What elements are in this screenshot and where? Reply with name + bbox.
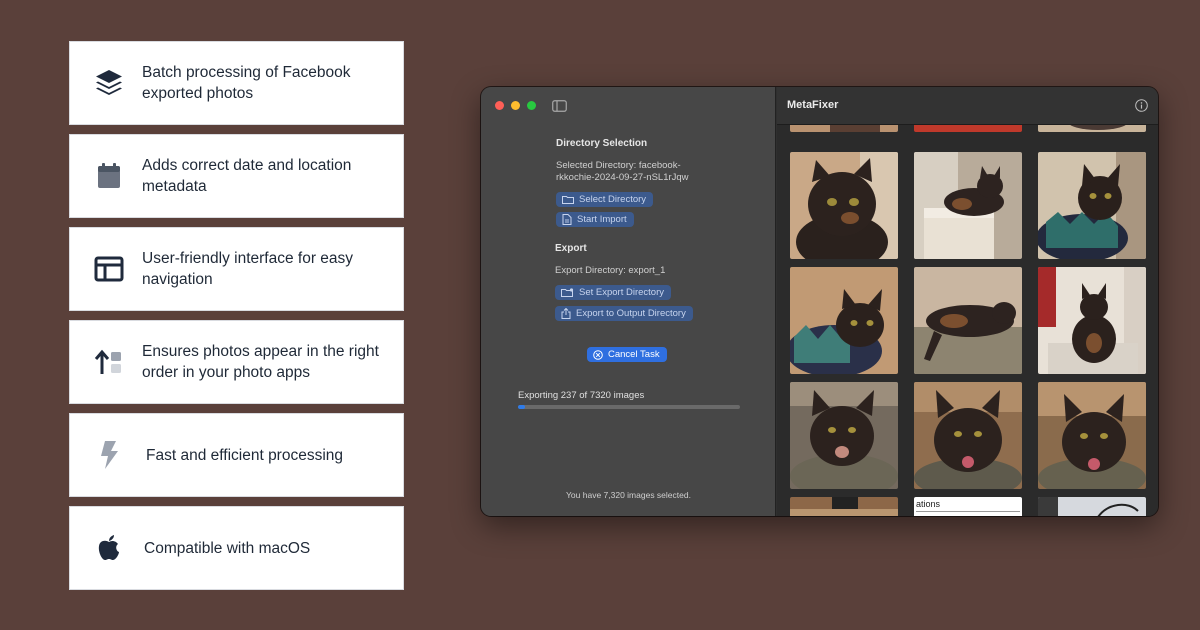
feature-card-macos: Compatible with macOS bbox=[69, 506, 404, 590]
select-directory-button[interactable]: Select Directory bbox=[556, 192, 654, 207]
start-import-label: Start Import bbox=[577, 214, 627, 225]
feature-text: Ensures photos appear in the right order… bbox=[142, 343, 379, 381]
photo-thumbnail[interactable] bbox=[914, 382, 1022, 489]
sidebar-toggle-icon[interactable] bbox=[552, 99, 567, 117]
set-export-directory-button[interactable]: Set Export Directory bbox=[555, 285, 671, 300]
feature-card-batch: Batch processing of Facebook exported ph… bbox=[69, 41, 404, 125]
thumbnail-caption: ations bbox=[916, 499, 941, 509]
app-window: Directory Selection Selected Directory: … bbox=[481, 87, 1158, 516]
photo-grid: ations bbox=[777, 125, 1158, 516]
feature-text: Batch processing of Facebook exported ph… bbox=[142, 64, 351, 102]
feature-card-speed: Fast and efficient processing bbox=[69, 413, 404, 497]
export-to-output-label: Export to Output Directory bbox=[576, 308, 686, 319]
directory-section-title: Directory Selection bbox=[556, 138, 648, 149]
export-directory-text: Export Directory: export_1 bbox=[555, 265, 666, 276]
photo-thumbnail[interactable] bbox=[914, 152, 1022, 259]
progress-label: Exporting 237 of 7320 images bbox=[518, 390, 645, 401]
start-import-button[interactable]: Start Import bbox=[556, 212, 634, 227]
cancel-circle-icon bbox=[593, 349, 603, 360]
calendar-icon bbox=[90, 157, 128, 195]
feature-card-metadata: Adds correct date and location metadata bbox=[69, 134, 404, 218]
folder-badge-icon bbox=[561, 288, 574, 297]
document-icon bbox=[562, 214, 572, 225]
folder-icon bbox=[562, 196, 574, 204]
feature-text: Fast and efficient processing bbox=[146, 446, 344, 464]
share-icon bbox=[561, 308, 571, 319]
export-to-output-button[interactable]: Export to Output Directory bbox=[555, 306, 693, 321]
photo-thumbnail[interactable] bbox=[1038, 382, 1146, 489]
photo-thumbnail[interactable] bbox=[1038, 267, 1146, 374]
sort-order-icon bbox=[90, 343, 128, 381]
photo-thumbnail[interactable] bbox=[790, 382, 898, 489]
photo-thumbnail[interactable] bbox=[1038, 125, 1146, 132]
close-window-button[interactable] bbox=[495, 101, 504, 110]
photo-thumbnail[interactable] bbox=[1038, 152, 1146, 259]
photo-thumbnail[interactable] bbox=[790, 267, 898, 374]
feature-text: Adds correct date and location metadata bbox=[142, 157, 352, 195]
photo-thumbnail[interactable]: ations bbox=[914, 497, 1022, 516]
photo-thumbnail[interactable] bbox=[914, 125, 1022, 132]
window-controls bbox=[495, 101, 536, 110]
photo-thumbnail[interactable] bbox=[914, 267, 1022, 374]
apple-icon bbox=[90, 529, 128, 567]
cancel-task-button[interactable]: Cancel Task bbox=[587, 347, 667, 362]
select-directory-label: Select Directory bbox=[579, 194, 647, 205]
feature-text: User-friendly interface for easy navigat… bbox=[142, 250, 354, 288]
set-export-directory-label: Set Export Directory bbox=[579, 287, 664, 298]
photo-thumbnail[interactable] bbox=[790, 125, 898, 132]
zoom-window-button[interactable] bbox=[527, 101, 536, 110]
feature-card-interface: User-friendly interface for easy navigat… bbox=[69, 227, 404, 311]
selected-directory-line1: Selected Directory: facebook- bbox=[556, 160, 681, 171]
selected-directory-text: Selected Directory: facebook- rkkochie-2… bbox=[556, 160, 689, 184]
thumbnail-divider bbox=[916, 511, 1020, 512]
layers-icon bbox=[90, 64, 128, 102]
selection-count-text: You have 7,320 images selected. bbox=[566, 490, 691, 500]
photo-browser: MetaFixer ations bbox=[777, 87, 1158, 516]
app-title: MetaFixer bbox=[787, 99, 839, 111]
export-progress-fill bbox=[518, 405, 526, 409]
feature-card-order: Ensures photos appear in the right order… bbox=[69, 320, 404, 404]
info-icon[interactable] bbox=[1135, 99, 1148, 117]
minimize-window-button[interactable] bbox=[511, 101, 520, 110]
export-section-title: Export bbox=[555, 243, 587, 254]
selected-directory-line2: rkkochie-2024-09-27-nSL1rJqw bbox=[556, 172, 689, 183]
feature-text: Compatible with macOS bbox=[144, 539, 311, 557]
lightning-icon bbox=[90, 436, 128, 474]
sidebar: Directory Selection Selected Directory: … bbox=[481, 87, 776, 516]
export-progress-bar bbox=[518, 405, 740, 409]
layout-icon bbox=[90, 250, 128, 288]
cancel-task-label: Cancel Task bbox=[608, 349, 660, 360]
photo-thumbnail[interactable] bbox=[790, 497, 898, 516]
titlebar: MetaFixer bbox=[777, 87, 1158, 125]
photo-thumbnail[interactable] bbox=[1038, 497, 1146, 516]
photo-thumbnail[interactable] bbox=[790, 152, 898, 259]
